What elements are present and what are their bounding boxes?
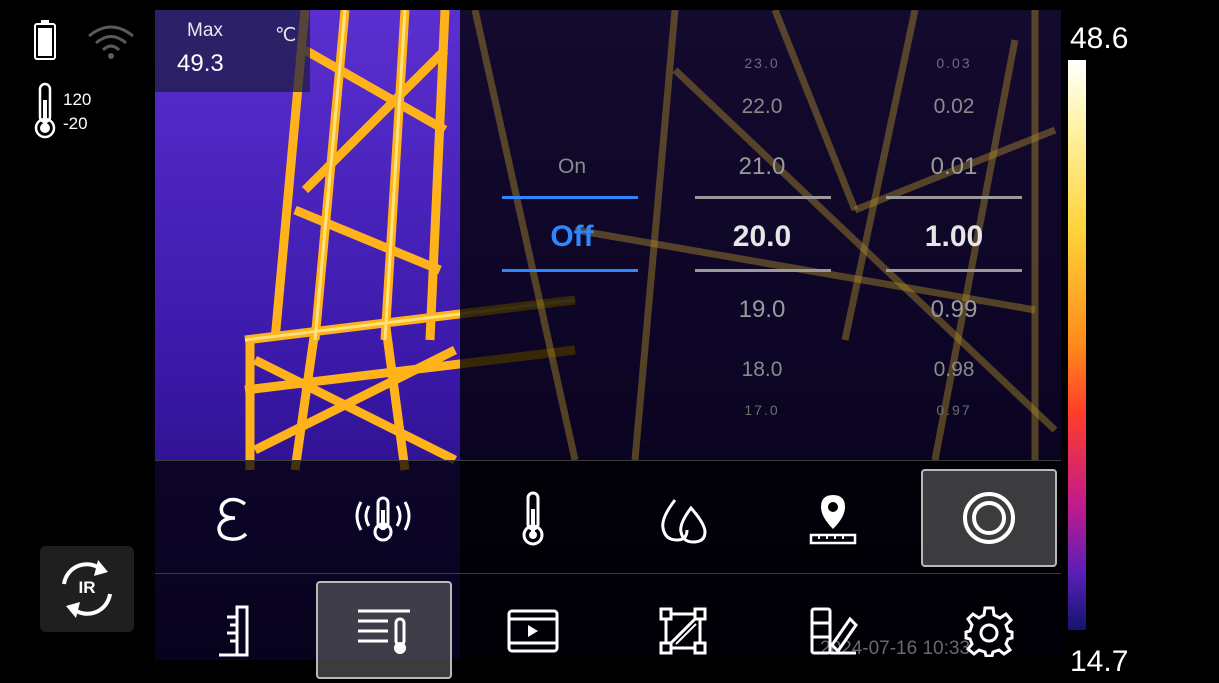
reflected-temp-option[interactable]: 19.0: [712, 296, 812, 324]
emissivity-option[interactable]: 0.99: [904, 296, 1004, 324]
selection-line: [886, 196, 1022, 199]
settings-gear-icon: [964, 606, 1014, 657]
main-toolbar: [155, 576, 1061, 683]
status-column: 120 -20 IR: [0, 0, 155, 683]
max-value: 49.3: [177, 50, 224, 77]
ir-switch-label: IR: [78, 578, 96, 597]
reflected-temp-selected[interactable]: 20.0: [712, 220, 812, 254]
colorbar-max: 48.6: [1070, 22, 1129, 55]
palette-edit-icon: [810, 607, 858, 655]
range-high: 120: [63, 90, 92, 109]
selection-line: [695, 269, 831, 272]
wifi-icon: [86, 22, 136, 67]
range-low: -20: [63, 114, 88, 133]
distance-pin-icon: [809, 495, 856, 545]
battery-icon: [34, 20, 56, 65]
image-crop-button[interactable]: [615, 582, 750, 680]
emissivity-option[interactable]: 0.98: [904, 358, 1004, 382]
ruler-icon: [218, 605, 248, 657]
toggle-option-on[interactable]: On: [522, 155, 622, 179]
toggle-ring-icon: [963, 492, 1015, 544]
image-crop-icon: [659, 607, 706, 655]
epsilon-emissivity-icon: [216, 497, 247, 541]
toggle-option-off[interactable]: Off: [522, 220, 622, 254]
selection-line: [502, 269, 638, 272]
toggle-ring-button[interactable]: [921, 469, 1057, 567]
ambient-temp-button[interactable]: [465, 470, 600, 568]
humidity-drops-icon: [660, 499, 707, 544]
measure-params-icon: [358, 609, 410, 654]
video-playback-icon: [507, 609, 558, 653]
reflected-temp-option[interactable]: 17.0: [712, 402, 812, 418]
param-picker[interactable]: On Off 23.0 22.0 21.0 20.0 19.0 18.0 17.…: [490, 40, 1040, 440]
selection-line: [502, 196, 638, 199]
reflected-temp-option[interactable]: 23.0: [712, 55, 812, 71]
ir-switch-button[interactable]: IR: [40, 546, 134, 632]
distance-button[interactable]: [765, 470, 900, 568]
emissivity-selected[interactable]: 1.00: [904, 220, 1004, 254]
selection-line: [695, 196, 831, 199]
settings-button[interactable]: [921, 582, 1057, 680]
emissivity-option[interactable]: 0.97: [904, 402, 1004, 418]
emissivity-option[interactable]: 0.02: [904, 95, 1004, 119]
humidity-button[interactable]: [615, 470, 750, 568]
reflected-temperature-icon: [355, 496, 410, 542]
reflected-temp-option[interactable]: 22.0: [712, 95, 812, 119]
emissivity-option[interactable]: 0.01: [904, 153, 1004, 181]
reflected-temp-option[interactable]: 21.0: [712, 153, 812, 181]
thermometer-icon: [33, 82, 57, 145]
palette-edit-button[interactable]: [765, 582, 900, 680]
max-readout: Max 49.3 ℃: [155, 10, 310, 92]
reflected-temp-option[interactable]: 18.0: [712, 358, 812, 382]
video-playback-button[interactable]: [465, 582, 600, 680]
max-label: Max: [187, 20, 223, 41]
emissivity-button[interactable]: [165, 470, 300, 568]
selection-line: [886, 269, 1022, 272]
thermometer-icon: [522, 491, 543, 546]
reflected-temp-button[interactable]: [315, 470, 450, 568]
measure-params-button[interactable]: [316, 581, 452, 679]
emissivity-option[interactable]: 0.03: [904, 55, 1004, 71]
temp-unit: ℃: [275, 25, 297, 46]
colorbar-min: 14.7: [1070, 645, 1129, 678]
parameter-toolbar: [155, 462, 1061, 574]
color-scale-bar: [1068, 60, 1086, 630]
ruler-button[interactable]: [165, 582, 300, 680]
